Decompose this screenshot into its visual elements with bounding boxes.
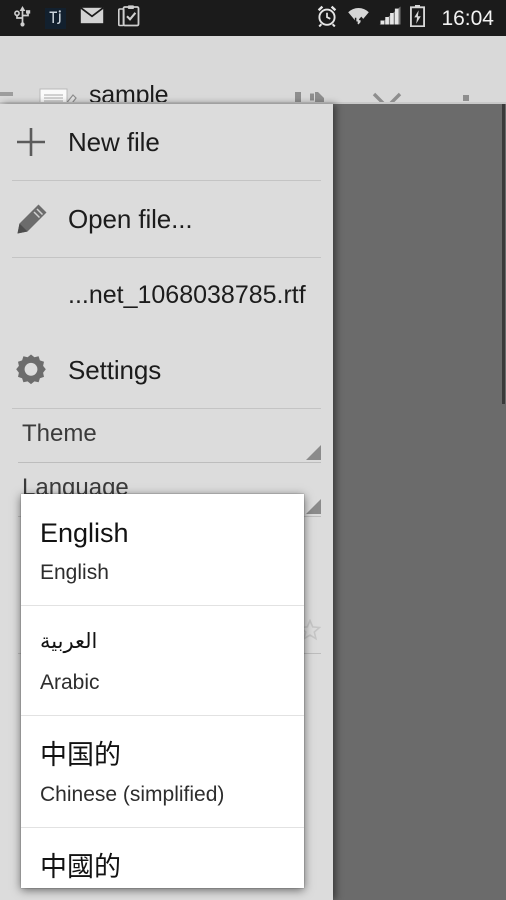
wifi-icon [347, 5, 370, 31]
content-scrollbar[interactable] [502, 104, 505, 404]
language-english-name: Arabic [40, 671, 100, 694]
drawer-divider [12, 408, 321, 409]
drawer-item-open-file[interactable]: Open file... [0, 181, 333, 257]
language-option-english[interactable]: English English [21, 494, 304, 605]
language-english-name: English [40, 561, 109, 584]
drawer-recent-file[interactable]: ...net_1068038785.rtf [0, 258, 333, 332]
spinner-caret-icon [306, 445, 321, 460]
drawer-item-settings[interactable]: Settings [0, 332, 333, 408]
phone-screen: 16:04 sample documnet 1 [0, 0, 506, 900]
pencil-icon [14, 201, 68, 237]
status-bar-left-icons [14, 4, 316, 32]
plus-icon [14, 125, 68, 159]
language-native-name: العربية [40, 630, 98, 653]
language-native-name: English [40, 518, 129, 548]
handle-line [0, 92, 13, 96]
signal-icon [379, 6, 401, 30]
alarm-icon [316, 5, 338, 32]
text-input-icon [45, 7, 66, 29]
status-bar: 16:04 [0, 0, 506, 36]
battery-charging-icon [410, 4, 426, 32]
theme-spinner[interactable]: Theme [18, 415, 321, 463]
spinner-caret-icon [306, 499, 321, 514]
language-dropdown-popup: English English العربية Arabic 中国的 Chine… [21, 494, 304, 888]
status-bar-clock: 16:04 [441, 6, 494, 30]
usb-icon [14, 5, 31, 32]
drawer-item-label: Open file... [68, 203, 193, 234]
drawer-item-label: Settings [68, 354, 162, 385]
language-english-name: Chinese (simplified) [40, 783, 225, 806]
language-option-chinese-simplified[interactable]: 中国的 Chinese (simplified) [21, 715, 304, 827]
drawer-item-label: New file [68, 126, 160, 157]
drawer-item-new-file[interactable]: New file [0, 104, 333, 180]
theme-spinner-label: Theme [22, 420, 97, 447]
app-bar: sample documnet 1 [0, 36, 506, 140]
language-option-chinese-traditional[interactable]: 中國的 Chinese (traditional) [21, 827, 304, 888]
language-option-arabic[interactable]: العربية Arabic [21, 605, 304, 715]
status-bar-right-icons: 16:04 [316, 4, 494, 32]
clipboard-check-icon [118, 4, 140, 32]
gear-icon [14, 353, 68, 387]
language-native-name: 中國的 [40, 852, 121, 882]
mail-icon [80, 7, 104, 29]
language-native-name: 中国的 [40, 740, 121, 770]
